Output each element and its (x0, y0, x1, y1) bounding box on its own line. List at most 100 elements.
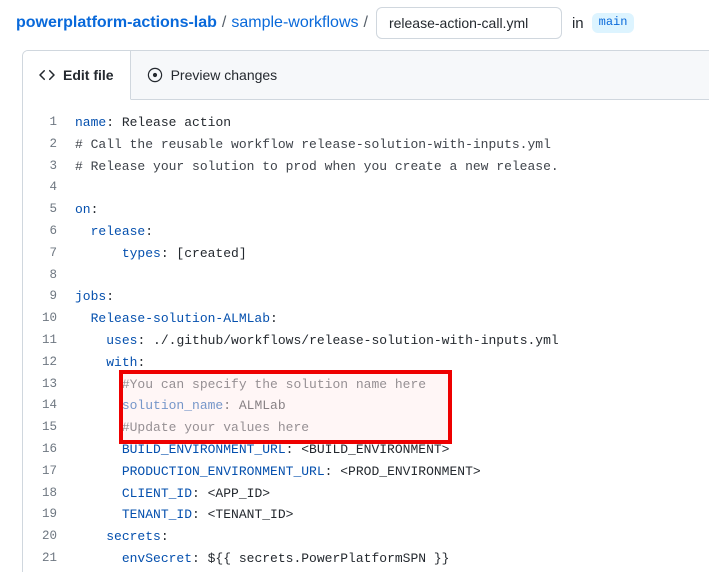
code-line: 19 TENANT_ID: <TENANT_ID> (23, 504, 709, 526)
code-line: 2# Call the reusable workflow release-so… (23, 134, 709, 156)
code-line: 7 types: [created] (23, 243, 709, 265)
code-line: 14 solution_name: ALMLab (23, 395, 709, 417)
filename-input[interactable] (376, 7, 562, 39)
line-number: 17 (23, 461, 75, 483)
code-line: 10 Release-solution-ALMLab: (23, 308, 709, 330)
line-number: 12 (23, 352, 75, 374)
code-token: solution_name (122, 398, 223, 413)
code-token: : (270, 311, 278, 326)
line-content: TENANT_ID: <TENANT_ID> (75, 504, 709, 526)
code-editor[interactable]: 1name: Release action2# Call the reusabl… (23, 100, 709, 572)
code-line: 1name: Release action (23, 112, 709, 134)
code-token (75, 377, 122, 392)
code-token (75, 420, 122, 435)
line-content: name: Release action (75, 112, 709, 134)
line-content: CLIENT_ID: <APP_ID> (75, 483, 709, 505)
line-number: 18 (23, 483, 75, 505)
code-icon (39, 67, 55, 83)
code-token: jobs (75, 289, 106, 304)
breadcrumb-separator-1: / (222, 14, 226, 32)
code-token: release (91, 224, 146, 239)
line-number: 6 (23, 221, 75, 243)
line-number: 10 (23, 308, 75, 330)
line-number: 19 (23, 504, 75, 526)
line-content: # Call the reusable workflow release-sol… (75, 134, 709, 156)
code-token: #Update your values here (122, 420, 309, 435)
code-token: : (161, 529, 169, 544)
code-token: : [created] (161, 246, 247, 261)
code-line: 8 (23, 265, 709, 287)
code-line: 5on: (23, 199, 709, 221)
code-line: 15 #Update your values here (23, 417, 709, 439)
tab-edit-file-label: Edit file (63, 67, 114, 83)
file-editor-card: Edit file Preview changes 1name: Release… (22, 50, 709, 572)
line-number: 13 (23, 374, 75, 396)
code-line: 20 secrets: (23, 526, 709, 548)
code-line: 3# Release your solution to prod when yo… (23, 156, 709, 178)
code-token (75, 486, 122, 501)
code-line: 4 (23, 177, 709, 199)
line-number: 21 (23, 548, 75, 570)
code-token: types (122, 246, 161, 261)
line-number: 4 (23, 177, 75, 199)
code-line: 11 uses: ./.github/workflows/release-sol… (23, 330, 709, 352)
code-token (75, 529, 106, 544)
code-token: : <BUILD_ENVIRONMENT> (286, 442, 450, 457)
tab-preview-changes[interactable]: Preview changes (131, 51, 294, 99)
code-token (75, 398, 122, 413)
code-token: : (106, 289, 114, 304)
code-token: : (145, 224, 153, 239)
line-number: 1 (23, 112, 75, 134)
line-content: # Release your solution to prod when you… (75, 156, 709, 178)
line-content (75, 265, 709, 287)
code-token (75, 551, 122, 566)
line-content: with: (75, 352, 709, 374)
line-content: secrets: (75, 526, 709, 548)
line-number: 9 (23, 286, 75, 308)
code-token: : ./.github/workflows/release-solution-w… (137, 333, 558, 348)
line-content: jobs: (75, 286, 709, 308)
code-token (75, 311, 91, 326)
line-content: envSecret: ${{ secrets.PowerPlatformSPN … (75, 548, 709, 570)
code-token: : (91, 202, 99, 217)
code-token: Release-solution-ALMLab (91, 311, 270, 326)
code-token: : (106, 115, 122, 130)
line-number: 5 (23, 199, 75, 221)
code-token (75, 246, 122, 261)
line-content: #Update your values here (75, 417, 709, 439)
editor-tabbar: Edit file Preview changes (23, 51, 709, 100)
code-token: CLIENT_ID (122, 486, 192, 501)
line-content: on: (75, 199, 709, 221)
breadcrumb-separator-2: / (364, 14, 368, 32)
code-token: : <APP_ID> (192, 486, 270, 501)
breadcrumb: powerplatform-actions-lab / sample-workf… (0, 0, 709, 46)
code-token: : ALMLab (223, 398, 285, 413)
line-content: types: [created] (75, 243, 709, 265)
breadcrumb-folder-link[interactable]: sample-workflows (231, 14, 358, 32)
line-number: 14 (23, 395, 75, 417)
tab-preview-changes-label: Preview changes (171, 67, 278, 83)
eye-icon (147, 67, 163, 83)
code-token: : <PROD_ENVIRONMENT> (325, 464, 481, 479)
line-content: Release-solution-ALMLab: (75, 308, 709, 330)
line-content: uses: ./.github/workflows/release-soluti… (75, 330, 709, 352)
code-token (75, 442, 122, 457)
tab-edit-file[interactable]: Edit file (23, 51, 131, 100)
code-token: on (75, 202, 91, 217)
code-token (75, 507, 122, 522)
code-token (75, 464, 122, 479)
line-number: 16 (23, 439, 75, 461)
code-token: : ${{ secrets.PowerPlatformSPN }} (192, 551, 449, 566)
line-number: 20 (23, 526, 75, 548)
line-content (75, 177, 709, 199)
code-token: Release action (122, 115, 231, 130)
line-content: BUILD_ENVIRONMENT_URL: <BUILD_ENVIRONMEN… (75, 439, 709, 461)
line-number: 2 (23, 134, 75, 156)
code-token: : <TENANT_ID> (192, 507, 293, 522)
code-line: 6 release: (23, 221, 709, 243)
breadcrumb-repo-link[interactable]: powerplatform-actions-lab (16, 14, 217, 32)
code-lines-container[interactable]: 1name: Release action2# Call the reusabl… (23, 112, 709, 572)
code-token (75, 333, 106, 348)
code-token: BUILD_ENVIRONMENT_URL (122, 442, 286, 457)
code-token: name (75, 115, 106, 130)
